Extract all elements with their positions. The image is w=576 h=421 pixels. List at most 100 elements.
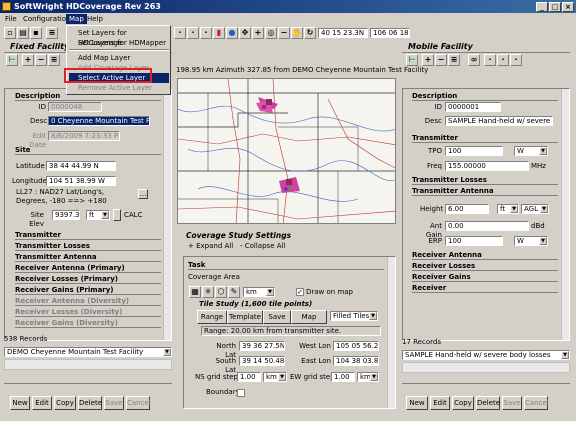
- map-tool-icon[interactable]: ·: [200, 27, 212, 39]
- fixed-section-rx-antenna-primary[interactable]: Receiver Antenna (Primary): [15, 264, 161, 273]
- fixed-section-rx-antenna-diversity[interactable]: Receiver Antenna (Diversity): [15, 297, 161, 306]
- tab-map[interactable]: Map: [291, 310, 327, 324]
- zoom-icon[interactable]: ◎: [265, 27, 277, 39]
- fixed-copy-button[interactable]: Copy: [54, 396, 76, 410]
- ew-grid-field[interactable]: 1.00: [331, 372, 355, 382]
- erp-field[interactable]: 100: [445, 236, 503, 246]
- edit-icon[interactable]: ✎: [228, 286, 240, 298]
- hand-icon[interactable]: ✋: [291, 27, 303, 39]
- tpo-field[interactable]: 100: [445, 146, 503, 156]
- fixed-section-tx-antenna[interactable]: Transmitter Antenna: [15, 253, 161, 262]
- layers-icon[interactable]: ≡: [46, 27, 58, 39]
- mobile-desc-field[interactable]: SAMPLE Hand-held w/ severe body: [445, 116, 553, 126]
- mobile-section-receiver[interactable]: Receiver: [412, 284, 558, 293]
- close-button[interactable]: ×: [562, 2, 574, 12]
- east-lon-field[interactable]: 104 38 03.8W: [333, 356, 379, 366]
- fixed-lon-field[interactable]: 104 51 38.99 W: [46, 176, 116, 186]
- fixed-section-tx-losses[interactable]: Transmitter Losses: [15, 242, 161, 251]
- mobile-txloss-header[interactable]: Transmitter Losses: [412, 176, 558, 185]
- list-icon[interactable]: ≡: [448, 54, 460, 66]
- west-lon-field[interactable]: 105 05 56.22W: [333, 341, 379, 351]
- fixed-facility-select[interactable]: DEMO Cheyenne Mountain Test Facility ▼: [4, 347, 172, 357]
- tool-icon[interactable]: ·: [497, 54, 509, 66]
- zoom-in-icon[interactable]: +: [252, 27, 264, 39]
- collapse-all-link[interactable]: - Collapse All: [240, 242, 285, 251]
- ns-unit-select[interactable]: km ▼: [263, 372, 287, 382]
- fixed-hscrollbar[interactable]: [4, 359, 172, 370]
- filled-tiles-select[interactable]: Filled Tiles ▼: [330, 311, 378, 321]
- save-icon[interactable]: ▪: [30, 27, 42, 39]
- tool-icon[interactable]: ·: [484, 54, 496, 66]
- menu-item-add-map-layer[interactable]: Add Map Layer: [69, 53, 169, 63]
- connect-icon[interactable]: ⊢: [6, 54, 18, 66]
- fixed-elev-field[interactable]: 9397.38: [52, 210, 80, 220]
- mobile-edit-button[interactable]: Edit: [430, 396, 450, 410]
- polygon-icon[interactable]: ⬡: [215, 286, 227, 298]
- menu-help[interactable]: Help: [84, 14, 106, 24]
- mobile-delete-button[interactable]: Delete: [476, 396, 500, 410]
- zoom-out-icon[interactable]: −: [278, 27, 290, 39]
- fixed-section-rx-gains-primary[interactable]: Receiver Gains (Primary): [15, 286, 161, 295]
- remove-icon[interactable]: −: [35, 54, 47, 66]
- mobile-facility-select[interactable]: SAMPLE Hand-held w/ severe body losses ▼: [402, 350, 570, 360]
- freq-field[interactable]: 155.00000: [445, 161, 529, 171]
- grid-icon[interactable]: ▦: [189, 286, 201, 298]
- map-view[interactable]: [177, 78, 396, 224]
- mobile-section-rx-antenna[interactable]: Receiver Antenna: [412, 251, 558, 260]
- menu-item-set-layers-hdcoverage[interactable]: Set Layers for HDCoverage: [69, 28, 169, 47]
- tpo-unit-select[interactable]: W ▼: [514, 146, 548, 156]
- mobile-new-button[interactable]: New: [406, 396, 428, 410]
- binoculars-icon[interactable]: ∞: [468, 54, 480, 66]
- fixed-panel-scrollbar[interactable]: [163, 89, 171, 340]
- study-scrollbar[interactable]: [387, 257, 395, 408]
- pan-icon[interactable]: ✥: [239, 27, 251, 39]
- expand-all-link[interactable]: + Expand All: [188, 242, 233, 251]
- connect-icon[interactable]: ⊢: [406, 54, 418, 66]
- fixed-section-rx-losses-primary[interactable]: Receiver Losses (Primary): [15, 275, 161, 284]
- mobile-panel-scrollbar[interactable]: [561, 89, 569, 340]
- maximize-button[interactable]: □: [549, 2, 561, 12]
- minimize-button[interactable]: _: [536, 2, 548, 12]
- menu-file[interactable]: File: [2, 14, 20, 24]
- study-unit-select[interactable]: km ▼: [243, 287, 275, 297]
- open-folder-icon[interactable]: ▤: [17, 27, 29, 39]
- remove-icon[interactable]: −: [435, 54, 447, 66]
- fixed-lat-field[interactable]: 38 44 44.99 N: [46, 161, 116, 171]
- datum-button[interactable]: …: [138, 189, 148, 199]
- menu-item-set-layers-hdmapper[interactable]: Set Layers for HDMapper: [69, 38, 169, 48]
- fixed-section-rx-losses-diversity[interactable]: Receiver Losses (Diversity): [15, 308, 161, 317]
- tab-save[interactable]: Save: [263, 310, 291, 324]
- map-tool-icon[interactable]: ·: [174, 27, 186, 39]
- draw-on-map-checkbox[interactable]: ✓: [296, 288, 304, 296]
- fixed-new-button[interactable]: New: [10, 396, 30, 410]
- elev-spin-button[interactable]: [113, 209, 121, 221]
- erp-unit-select[interactable]: W ▼: [514, 236, 548, 246]
- mobile-txant-header[interactable]: Transmitter Antenna: [412, 187, 558, 196]
- add-icon[interactable]: +: [22, 54, 34, 66]
- antgain-field[interactable]: 0.00: [445, 221, 529, 231]
- mobile-copy-button[interactable]: Copy: [452, 396, 474, 410]
- tool-icon[interactable]: ·: [510, 54, 522, 66]
- height-field[interactable]: 6.00: [445, 204, 489, 214]
- mobile-id-field[interactable]: 0000001: [445, 102, 501, 112]
- mobile-section-rx-gains[interactable]: Receiver Gains: [412, 273, 558, 282]
- list-icon[interactable]: ≡: [48, 54, 60, 66]
- height-ref-select[interactable]: AGL ▼: [521, 204, 549, 214]
- fixed-section-rx-gains-diversity[interactable]: Receiver Gains (Diversity): [15, 319, 161, 328]
- boundary-checkbox[interactable]: [237, 389, 245, 397]
- south-lat-field[interactable]: 39 14 50.48N: [239, 356, 285, 366]
- north-lat-field[interactable]: 39 36 27.5N: [239, 341, 285, 351]
- height-unit-select[interactable]: ft ▼: [497, 204, 519, 214]
- tab-range[interactable]: Range: [197, 310, 227, 324]
- new-file-icon[interactable]: ▫: [4, 27, 16, 39]
- map-tool-icon[interactable]: ·: [187, 27, 199, 39]
- calc-button[interactable]: CALC: [124, 211, 142, 220]
- fixed-delete-button[interactable]: Delete: [78, 396, 102, 410]
- tab-template[interactable]: Template: [227, 310, 263, 324]
- ns-grid-field[interactable]: 1.00: [237, 372, 261, 382]
- globe-icon[interactable]: ●: [226, 27, 238, 39]
- fixed-elev-unit-select[interactable]: ft ▼: [86, 210, 110, 220]
- fixed-desc-field[interactable]: 0 Cheyenne Mountain Test Facility: [48, 116, 150, 126]
- add-icon[interactable]: +: [422, 54, 434, 66]
- radial-icon[interactable]: ✳: [202, 286, 214, 298]
